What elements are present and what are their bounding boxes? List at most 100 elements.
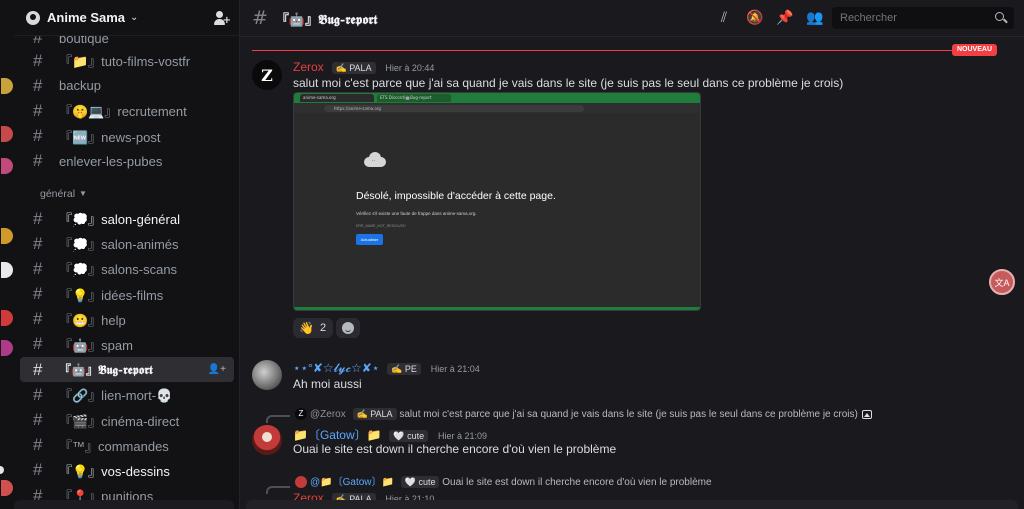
channel-salon-general[interactable]: # 『💭』salon-général	[20, 206, 234, 231]
image-attachment[interactable]: anime-sama.org ETS Discord/🤖Bug-report h…	[293, 92, 701, 311]
role-badge: ✍️ PALA	[352, 408, 397, 420]
server-icon[interactable]	[1, 126, 13, 142]
reply-preview[interactable]: @📁〔Gatow〕📁 🤍 cute Ouai le site est down …	[295, 473, 712, 489]
server-icon[interactable]	[1, 340, 13, 356]
reload-button: Actualiser	[356, 234, 383, 245]
channel-help[interactable]: # 『😬』help	[20, 307, 234, 332]
avatar[interactable]: Z	[252, 60, 282, 90]
hash-icon: #	[33, 75, 43, 95]
reaction-emoji: 👋	[299, 321, 314, 335]
avatar[interactable]	[252, 360, 282, 390]
message-text: salut moi c'est parce que j'ai sa quand …	[293, 76, 844, 90]
hash-icon: #	[252, 7, 268, 29]
channel-idees-films[interactable]: # 『💡』idées-films	[20, 282, 234, 307]
image-icon	[861, 409, 872, 419]
browser-tabs: anime-sama.org ETS Discord/🤖Bug-report	[294, 93, 700, 103]
message-header: Zerox ✍️ PALA Hier à 20:44	[293, 60, 434, 74]
message-list: NOUVEAU Z Zerox ✍️ PALA Hier à 20:44 sal…	[240, 37, 1024, 509]
browser-address-bar: https://anime-sama.org	[294, 103, 700, 113]
add-reaction-button[interactable]	[336, 318, 360, 338]
error-code: ERR_NAME_NOT_RESOLVED	[356, 224, 406, 228]
message-header: ⋆⋆°✘☆𝓵𝔂𝓬☆✘⋆ ✍️ PE Hier à 21:04	[293, 361, 480, 376]
channel-news-post[interactable]: # 『🆕』news-post	[20, 124, 234, 149]
new-messages-badge: NOUVEAU	[952, 44, 998, 56]
server-icon[interactable]	[1, 228, 13, 244]
channel-backup[interactable]: # backup	[20, 73, 234, 98]
search-input[interactable]	[832, 7, 1014, 29]
avatar[interactable]	[252, 425, 282, 455]
channel-sidebar: # boutique # 『📁』tuto-films-vostfr # backup …	[14, 0, 240, 509]
server-icon[interactable]	[1, 78, 13, 94]
hash-icon: #	[33, 384, 43, 404]
channel-tuto-films[interactable]: # 『📁』tuto-films-vostfr	[20, 48, 234, 73]
channel-recrutement[interactable]: # 『🤫💻』recrutement	[20, 98, 234, 123]
channel-enlever-les-pubes[interactable]: # enlever-les-pubes	[20, 149, 234, 174]
hash-icon: #	[33, 208, 43, 228]
hash-icon: #	[33, 50, 43, 70]
user-panel	[14, 500, 234, 509]
reply-preview[interactable]: Z @Zerox ✍️ PALA salut moi c'est parce qu…	[295, 408, 872, 421]
username[interactable]: ⋆⋆°✘☆𝓵𝔂𝓬☆✘⋆	[293, 361, 379, 375]
username[interactable]: 📁〔Gatow〕📁	[293, 428, 382, 442]
username[interactable]: Zerox	[293, 60, 324, 74]
reaction-count: 2	[319, 322, 327, 334]
category-general[interactable]: général ▼	[14, 182, 239, 206]
avatar	[295, 476, 307, 489]
threads-icon[interactable]: ⫽	[716, 10, 732, 26]
hash-icon: #	[33, 410, 43, 430]
error-description: Vérifiez s'il existe une faute de frappe…	[356, 211, 477, 216]
timestamp: Hier à 21:09	[437, 431, 487, 441]
reply-author: @📁〔Gatow〕📁	[310, 477, 394, 488]
server-logo-icon	[26, 10, 40, 25]
server-name: Anime Sama	[47, 10, 126, 25]
reply-text: salut moi c'est parce que j'ai sa quand …	[399, 409, 858, 420]
channel-vos-dessins[interactable]: # 『💡』vos-dessins	[20, 458, 234, 483]
header-toolbar: ⫽ 🔕 📌 👥	[716, 10, 824, 26]
message-text: Ouai le site est down il cherche encore …	[293, 442, 617, 456]
server-header[interactable]: Anime Sama ⌄ +	[14, 0, 239, 36]
reaction-wave[interactable]: 👋 2	[293, 318, 333, 338]
message-composer[interactable]	[246, 500, 1018, 509]
timestamp: Hier à 21:04	[430, 364, 480, 374]
channel-cinema-direct[interactable]: # 『🎬』cinéma-direct	[20, 407, 234, 432]
channel-salons-scans[interactable]: # 『💭』salons-scans	[20, 256, 234, 281]
browser-tab: ETS Discord/🤖Bug-report	[377, 94, 451, 102]
hash-icon: #	[33, 126, 43, 146]
server-icon[interactable]	[1, 310, 13, 326]
add-emoji-icon	[342, 322, 354, 334]
channel-salon-animes[interactable]: # 『💭』salon-animés	[20, 231, 234, 256]
pin-icon[interactable]: 📌	[776, 10, 793, 26]
message-text: Ah moi aussi	[293, 377, 362, 391]
unread-pill	[0, 466, 4, 474]
server-icon[interactable]	[1, 262, 13, 278]
hash-icon: #	[33, 100, 43, 120]
search-icon[interactable]	[994, 11, 1008, 25]
error-heading: Désolé, impossible d'accéder à cette pag…	[356, 190, 556, 202]
invite-people-icon[interactable]: +	[214, 10, 231, 26]
hash-icon: #	[33, 284, 43, 304]
mute-icon[interactable]: 🔕	[746, 10, 763, 26]
server-icon[interactable]	[1, 480, 13, 496]
members-icon[interactable]: 👥	[806, 10, 823, 26]
channel-bug-report[interactable]: # 『🤖』𝕭𝖚𝖌-𝖗𝖊𝖕𝖔𝖗𝖙 👤+	[20, 357, 234, 383]
message-header: 📁〔Gatow〕📁 🤍 cute Hier à 21:09	[293, 426, 487, 443]
role-badge: 🤍 cute	[400, 476, 440, 488]
reply-connector	[266, 415, 290, 423]
server-icon[interactable]	[1, 158, 13, 174]
channel-lien-mort[interactable]: # 『🔗』lien-mort-💀	[20, 382, 234, 407]
channel-spam[interactable]: # 『🤖』spam	[20, 332, 234, 357]
hash-icon: #	[33, 359, 43, 379]
hash-icon: #	[33, 460, 43, 480]
browser-url: https://anime-sama.org	[324, 104, 584, 112]
reply-text: Ouai le site est down il cherche encore …	[442, 477, 712, 488]
hash-icon: #	[33, 258, 43, 278]
add-member-icon[interactable]: 👤+	[208, 364, 226, 375]
channel-commandes[interactable]: # 『™』commandes	[20, 433, 234, 458]
channel-header: # 『🤖』𝕭𝖚𝖌-𝖗𝖊𝖕𝖔𝖗𝖙 ⫽ 🔕 📌 👥	[240, 0, 1024, 37]
chevron-down-icon: ▼	[79, 189, 87, 199]
channel-list: # boutique # 『📁』tuto-films-vostfr # backup …	[14, 28, 239, 508]
translate-icon[interactable]: 文A	[989, 269, 1015, 295]
cloud-error-icon: ··	[360, 151, 390, 171]
hash-icon: #	[33, 309, 43, 329]
reply-connector	[266, 486, 290, 494]
